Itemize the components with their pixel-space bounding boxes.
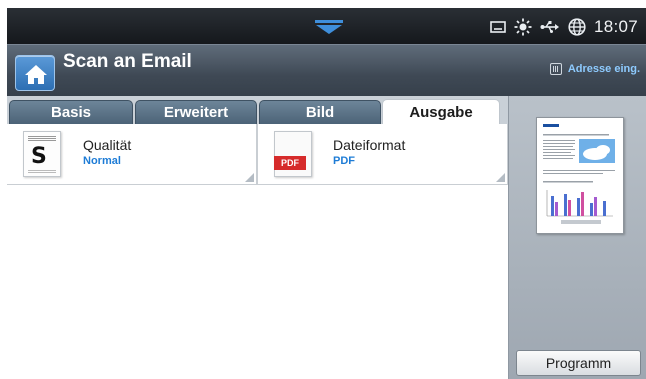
usb-icon — [540, 21, 559, 33]
option-file-format[interactable]: PDF Dateiformat PDF — [257, 124, 508, 185]
network-globe-icon — [568, 18, 586, 36]
status-bar: 18:07 — [7, 8, 646, 44]
pdf-file-icon: PDF — [274, 131, 312, 177]
page-title: Scan an Email — [63, 51, 192, 72]
options-panel: S Qualität Normal PDF Dateiformat PDF — [7, 124, 508, 379]
app-header: Scan an Email Adresse eing. — [7, 44, 646, 96]
corner-indicator-icon — [245, 173, 254, 182]
home-button[interactable] — [15, 55, 55, 91]
tab-basis[interactable]: Basis — [9, 100, 133, 124]
preview-content-graphic — [543, 124, 615, 224]
address-entry-label: Adresse eing. — [567, 63, 640, 75]
option-quality[interactable]: S Qualität Normal — [7, 124, 257, 185]
option-file-format-value: PDF — [333, 155, 355, 167]
home-icon — [25, 65, 47, 84]
document-preview-thumbnail[interactable] — [536, 117, 624, 234]
option-quality-value: Normal — [83, 155, 121, 167]
clock: 18:07 — [593, 17, 638, 36]
document-quality-icon: S — [23, 131, 61, 177]
address-entry-button[interactable]: Adresse eing. — [549, 63, 640, 75]
pull-down-tab-icon[interactable] — [315, 20, 343, 34]
program-button[interactable]: Programm — [516, 350, 641, 376]
keyboard-icon — [549, 63, 562, 75]
corner-indicator-icon — [496, 173, 505, 182]
brightness-icon — [514, 18, 532, 36]
tab-ausgabe[interactable]: Ausgabe — [382, 99, 500, 124]
tab-erweitert[interactable]: Erweitert — [135, 100, 257, 124]
preview-panel: Programm — [508, 96, 646, 379]
status-icons: 18:07 — [490, 16, 638, 38]
option-file-format-label: Dateiformat — [333, 137, 406, 153]
tab-bild[interactable]: Bild — [259, 100, 381, 124]
option-quality-label: Qualität — [83, 137, 132, 153]
storage-icon — [490, 21, 506, 33]
app-window: 18:07 Scan an Email Adresse eing. Basis … — [0, 0, 646, 379]
tab-bar: Basis Erweitert Bild Ausgabe — [7, 96, 508, 124]
